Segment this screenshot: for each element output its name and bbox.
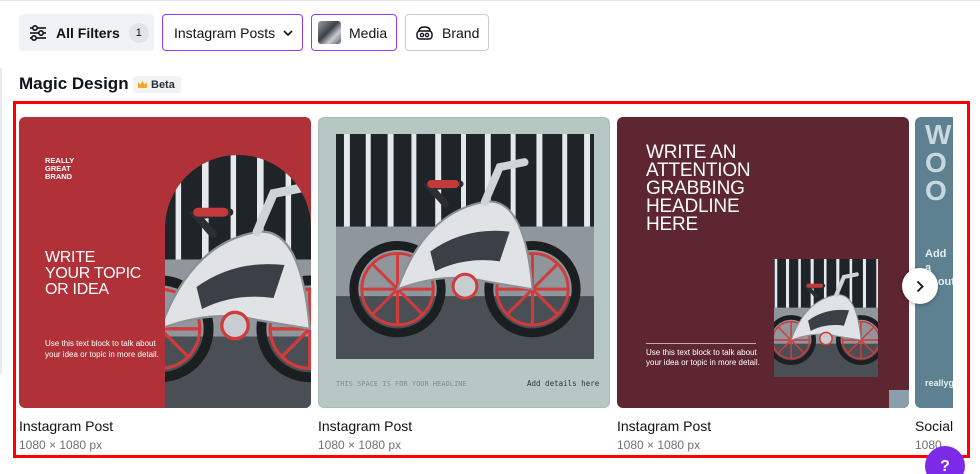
brand-filter-button[interactable]: Brand [405, 14, 489, 51]
left-border [0, 68, 2, 374]
all-filters-label: All Filters [56, 24, 120, 41]
media-filter-button[interactable]: Media [311, 14, 397, 51]
brand-kit-icon [416, 25, 433, 41]
media-label: Media [349, 24, 388, 41]
question-icon: ? [940, 458, 950, 474]
filter-count-badge: 1 [128, 22, 149, 43]
sliders-icon [29, 24, 47, 41]
brand-label: Brand [442, 24, 480, 41]
chevron-down-icon [283, 29, 293, 36]
instagram-posts-label: Instagram Posts [174, 24, 276, 41]
instagram-posts-dropdown[interactable]: Instagram Posts [162, 14, 303, 51]
section-title: Magic Design [19, 74, 129, 93]
crown-icon [137, 80, 148, 89]
beta-badge: Beta [133, 76, 181, 93]
filter-bar: All Filters 1 Instagram Posts Media Bran… [19, 14, 489, 51]
selection-highlight [13, 101, 970, 458]
media-thumbnail [318, 21, 341, 44]
all-filters-button[interactable]: All Filters 1 [19, 14, 154, 51]
beta-label: Beta [151, 78, 175, 91]
top-border [0, 0, 980, 1]
